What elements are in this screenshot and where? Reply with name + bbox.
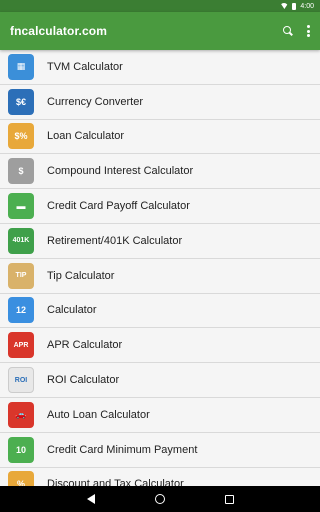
list-item[interactable]: 🚗 Auto Loan Calculator — [0, 397, 320, 433]
list-item-label: Retirement/401K Calculator — [47, 234, 183, 247]
list-item-label: Auto Loan Calculator — [47, 408, 150, 421]
number-grid-icon: 12 — [8, 297, 34, 324]
recent-apps-icon[interactable] — [224, 494, 234, 504]
list-item[interactable]: ▦ TVM Calculator — [0, 50, 320, 85]
list-item-label: Calculator — [47, 304, 97, 317]
list-item[interactable]: % Discount and Tax Calculator — [0, 467, 320, 486]
overflow-menu-icon[interactable] — [307, 25, 310, 37]
list-item[interactable]: $% Loan Calculator — [0, 119, 320, 155]
list-item-label: APR Calculator — [47, 339, 123, 352]
list-item[interactable]: TIP Tip Calculator — [0, 258, 320, 294]
list-item[interactable]: ▬ Credit Card Payoff Calculator — [0, 189, 320, 224]
list-item-label: Currency Converter — [47, 95, 143, 108]
battery-icon — [292, 2, 297, 10]
credit-card-icon: ▬ — [8, 193, 34, 220]
search-icon[interactable] — [283, 26, 293, 36]
house-icon: $% — [8, 123, 34, 150]
calculator-list[interactable]: ▦ TVM Calculator $€ Currency Converter $% Loa… — [0, 50, 320, 486]
apr-icon: APR — [8, 332, 34, 359]
app-bar: fncalculator.com — [0, 12, 320, 50]
list-item-label: Loan Calculator — [47, 130, 125, 143]
bank-icon: $ — [8, 158, 34, 185]
list-item-label: Compound Interest Calculator — [47, 165, 194, 178]
list-item[interactable]: $ Compound Interest Calculator — [0, 154, 320, 190]
app-title: fncalculator.com — [10, 24, 107, 38]
discount-icon: % — [8, 471, 34, 486]
list-item-label: Credit Card Payoff Calculator — [47, 200, 190, 213]
status-time: 4:00 — [300, 2, 314, 10]
currency-icon: $€ — [8, 88, 34, 115]
status-bar: 4:00 — [0, 0, 320, 12]
roi-icon: ROI — [8, 367, 34, 394]
navigation-bar — [0, 486, 320, 512]
list-item[interactable]: 401K Retirement/401K Calculator — [0, 223, 320, 259]
list-item[interactable]: 10 Credit Card Minimum Payment — [0, 432, 320, 468]
list-item-label: Tip Calculator — [47, 269, 115, 282]
list-item[interactable]: 12 Calculator — [0, 293, 320, 329]
tip-icon: TIP — [8, 262, 34, 289]
back-icon[interactable] — [86, 494, 95, 504]
list-item-label: ROI Calculator — [47, 374, 120, 387]
card-payment-icon: 10 — [8, 436, 34, 463]
list-item-label: TVM Calculator — [47, 60, 123, 73]
home-icon[interactable] — [154, 494, 165, 504]
list-item-label: Discount and Tax Calculator — [47, 478, 184, 486]
list-item-label: Credit Card Minimum Payment — [47, 443, 198, 456]
list-item[interactable]: ROI ROI Calculator — [0, 363, 320, 398]
retirement-icon: 401K — [8, 227, 34, 254]
car-icon: 🚗 — [8, 401, 34, 428]
wifi-icon — [280, 3, 289, 9]
list-item[interactable]: $€ Currency Converter — [0, 84, 320, 120]
list-item[interactable]: APR APR Calculator — [0, 328, 320, 364]
calculator-icon: ▦ — [8, 53, 34, 80]
